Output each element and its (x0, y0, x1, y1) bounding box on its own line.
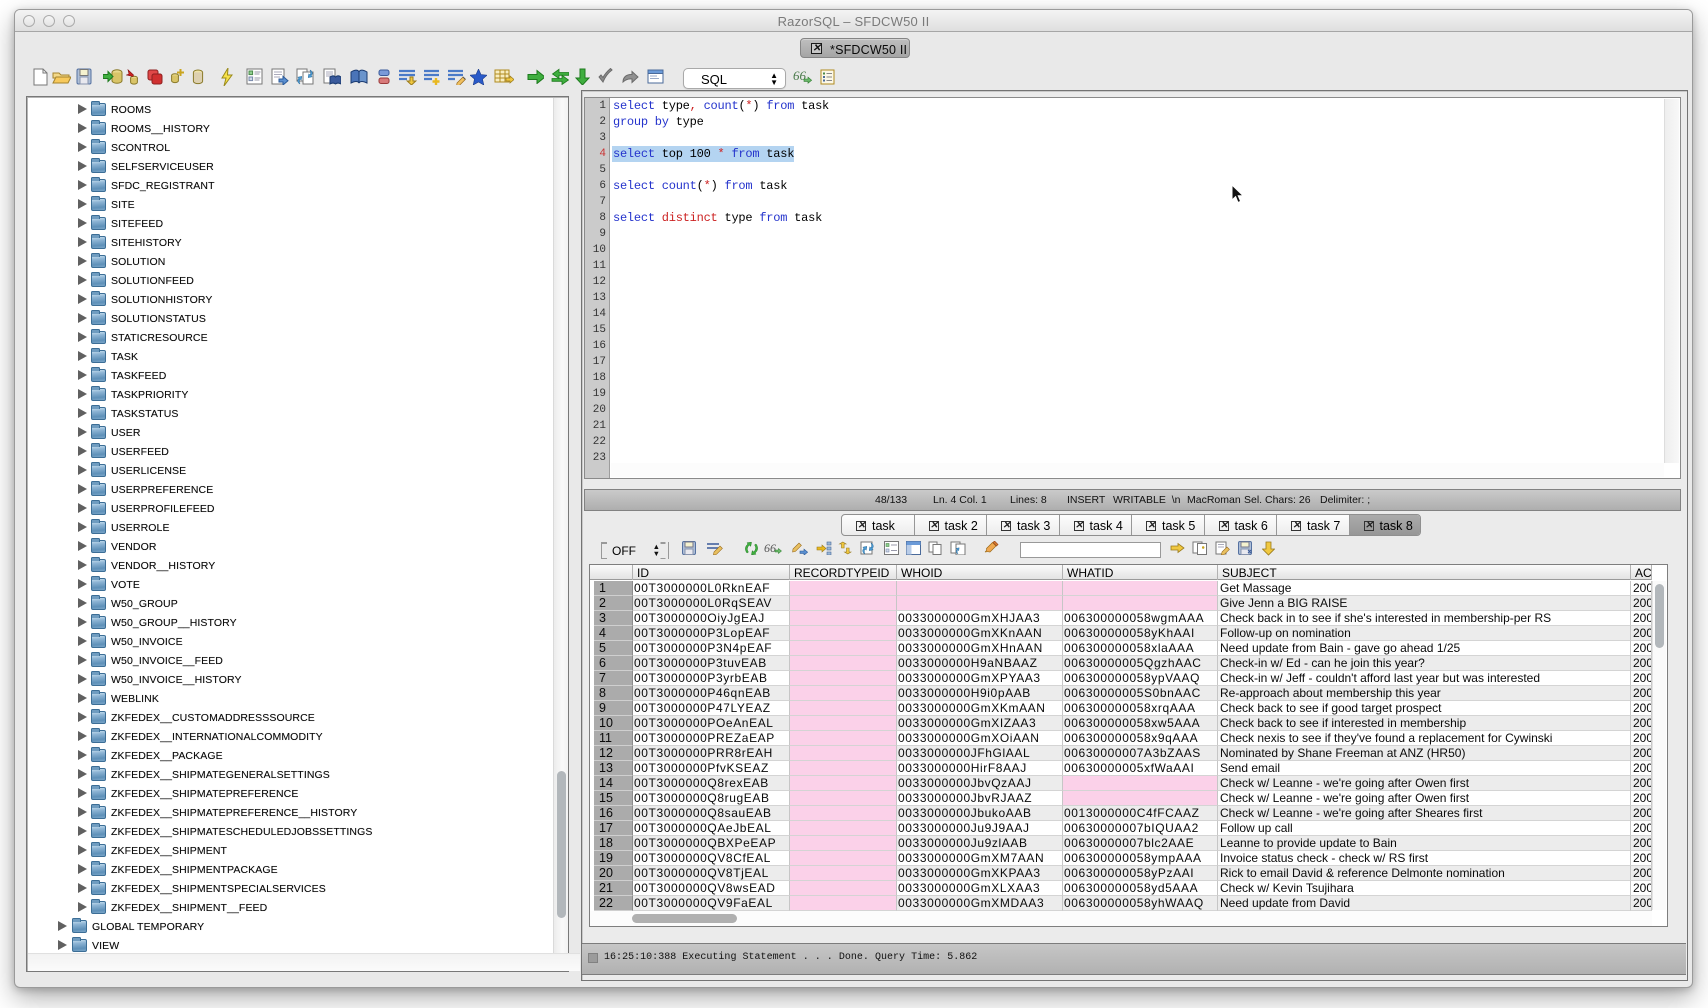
svg-text:66: 66 (764, 542, 776, 555)
